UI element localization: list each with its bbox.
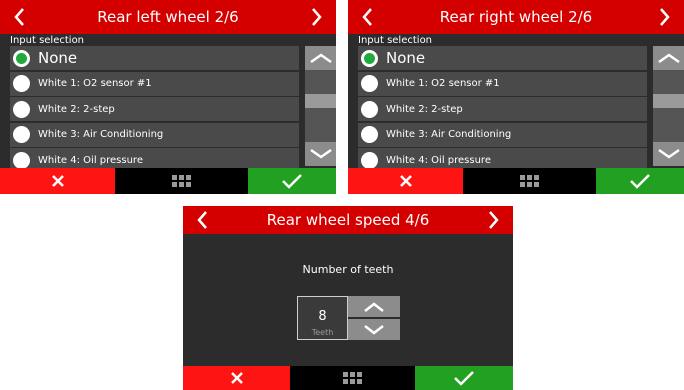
list-item-white-1[interactable]: White 1: O2 sensor #1	[358, 71, 647, 96]
list-item-none[interactable]: None	[358, 46, 647, 70]
chevron-down-icon	[364, 324, 384, 335]
cancel-button[interactable]	[183, 366, 290, 390]
radio-icon	[361, 100, 378, 118]
radio-selected-icon	[13, 49, 30, 67]
menu-button[interactable]	[290, 366, 415, 390]
radio-icon	[361, 151, 378, 169]
list-item-label: White 1: O2 sensor #1	[386, 78, 500, 89]
radio-icon	[361, 126, 378, 143]
increment-button[interactable]	[348, 296, 400, 317]
chevron-up-icon	[364, 301, 384, 312]
prev-page-button[interactable]	[354, 0, 380, 34]
list-item-label: None	[38, 49, 78, 67]
cross-icon	[51, 175, 64, 187]
teeth-caption: Number of teeth	[302, 263, 394, 276]
chevron-left-icon	[362, 8, 372, 26]
list-item-label: White 4: Oil pressure	[386, 154, 491, 166]
scroll-down-button[interactable]	[305, 142, 336, 166]
next-page-button[interactable]	[481, 206, 507, 234]
cross-icon	[399, 175, 412, 187]
confirm-button[interactable]	[248, 168, 336, 194]
list-item-white-2[interactable]: White 2: 2-step	[10, 97, 299, 121]
chevron-down-icon	[309, 148, 332, 159]
action-bar	[348, 168, 684, 194]
screen-rear-wheel-speed: Rear wheel speed 4/6 Number of teeth 8 T…	[183, 206, 513, 390]
check-icon	[630, 174, 650, 189]
menu-button[interactable]	[463, 168, 596, 194]
chevron-up-icon	[657, 53, 680, 64]
chevron-left-icon	[197, 211, 207, 229]
next-page-button[interactable]	[304, 0, 330, 34]
radio-icon	[13, 151, 30, 169]
title-bar: Rear right wheel 2/6	[348, 0, 684, 34]
menu-button[interactable]	[115, 168, 248, 194]
decrement-button[interactable]	[348, 319, 400, 340]
list-item-label: White 1: O2 sensor #1	[38, 78, 152, 89]
cross-icon	[230, 372, 243, 384]
radio-icon	[361, 75, 378, 92]
action-bar	[0, 168, 336, 194]
list-item-white-3[interactable]: White 3: Air Conditioning	[10, 122, 299, 147]
input-list: None White 1: O2 sensor #1 White 2: 2-st…	[10, 46, 299, 174]
scrollbar[interactable]	[653, 46, 684, 166]
chevron-right-icon	[489, 211, 499, 229]
grid-icon	[343, 372, 362, 384]
scroll-thumb[interactable]	[305, 94, 336, 108]
screen-rear-left-wheel: Rear left wheel 2/6 Input selection None…	[0, 0, 336, 194]
teeth-unit: Teeth	[311, 328, 334, 337]
scrollbar[interactable]	[305, 46, 336, 166]
scroll-up-button[interactable]	[305, 46, 336, 70]
prev-page-button[interactable]	[189, 206, 215, 234]
screen-rear-right-wheel: Rear right wheel 2/6 Input selection Non…	[348, 0, 684, 194]
chevron-left-icon	[14, 8, 24, 26]
radio-icon	[13, 75, 30, 92]
next-page-button[interactable]	[652, 0, 678, 34]
chevron-right-icon	[312, 8, 322, 26]
cancel-button[interactable]	[348, 168, 463, 194]
prev-page-button[interactable]	[6, 0, 32, 34]
page-title: Rear right wheel 2/6	[439, 8, 593, 26]
action-bar	[183, 366, 513, 390]
check-icon	[282, 174, 302, 189]
radio-icon	[13, 100, 30, 118]
list-item-label: White 3: Air Conditioning	[38, 129, 164, 140]
teeth-value: 8	[318, 309, 327, 324]
scroll-up-button[interactable]	[653, 46, 684, 70]
grid-icon	[520, 175, 539, 187]
list-item-label: White 4: Oil pressure	[38, 154, 143, 166]
list-item-label: None	[386, 49, 426, 67]
chevron-right-icon	[660, 8, 670, 26]
check-icon	[454, 371, 474, 386]
list-item-white-1[interactable]: White 1: O2 sensor #1	[10, 71, 299, 96]
list-item-none[interactable]: None	[10, 46, 299, 70]
list-item-label: White 2: 2-step	[38, 103, 115, 115]
scroll-down-button[interactable]	[653, 142, 684, 166]
list-item-white-2[interactable]: White 2: 2-step	[358, 97, 647, 121]
chevron-up-icon	[309, 53, 332, 64]
teeth-value-display[interactable]: 8 Teeth	[297, 296, 348, 340]
radio-icon	[13, 126, 30, 143]
page-title: Rear left wheel 2/6	[97, 8, 239, 26]
scroll-thumb[interactable]	[653, 94, 684, 108]
chevron-down-icon	[657, 148, 680, 159]
radio-selected-icon	[361, 49, 378, 67]
list-item-label: White 3: Air Conditioning	[386, 129, 512, 140]
title-bar: Rear wheel speed 4/6	[183, 206, 513, 234]
list-item-white-3[interactable]: White 3: Air Conditioning	[358, 122, 647, 147]
input-list: None White 1: O2 sensor #1 White 2: 2-st…	[358, 46, 647, 174]
grid-icon	[172, 175, 191, 187]
cancel-button[interactable]	[0, 168, 115, 194]
confirm-button[interactable]	[415, 366, 513, 390]
page-title: Rear wheel speed 4/6	[266, 211, 430, 229]
list-item-label: White 2: 2-step	[386, 103, 463, 115]
confirm-button[interactable]	[596, 168, 684, 194]
title-bar: Rear left wheel 2/6	[0, 0, 336, 34]
